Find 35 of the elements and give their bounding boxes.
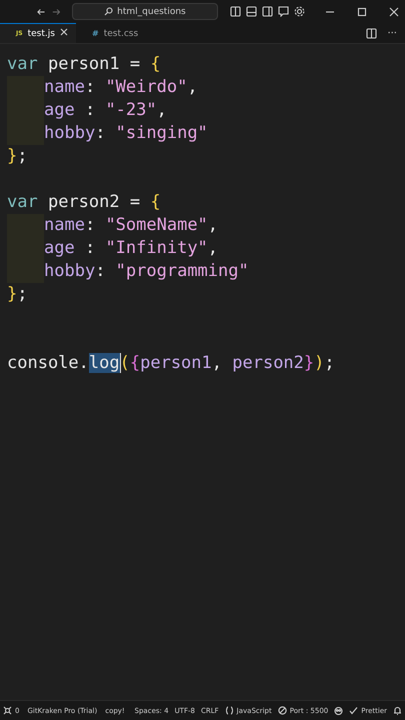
split-editor-icon[interactable] (366, 28, 378, 38)
code-line: hobby: "singing" (44, 122, 208, 145)
editor-tab[interactable]: # test.css (76, 23, 146, 43)
chat-icon[interactable] (278, 6, 289, 17)
bell-icon (393, 706, 402, 715)
close-icon[interactable] (60, 28, 68, 36)
code-line: name: "Weirdo", (44, 76, 198, 99)
more-actions-button[interactable]: ··· (387, 28, 397, 38)
close-icon[interactable] (389, 6, 399, 16)
braces-icon (224, 706, 234, 715)
code-line: name: "SomeName", (44, 214, 218, 237)
code-line: hobby: "programming" (44, 260, 249, 283)
tab-label: test.css (104, 28, 138, 38)
no-entry-icon (278, 706, 287, 715)
code-line: console.log({person1, person2}); (7, 352, 335, 375)
tab-label: test.js (28, 28, 55, 38)
code-line: var person1 = { (7, 53, 161, 76)
ports-icon (3, 706, 12, 715)
sidebar-icon[interactable] (262, 6, 273, 17)
forward-icon[interactable] (52, 6, 60, 16)
code-line: age : "-23", (44, 99, 167, 122)
search-field[interactable]: html_questions (72, 3, 218, 20)
check-icon (349, 706, 358, 715)
file-type-icon: # (92, 29, 99, 38)
settings-icon[interactable] (294, 6, 305, 17)
maximize-icon[interactable] (357, 6, 367, 16)
code-line: var person2 = { (7, 191, 161, 214)
code-line: }; (7, 145, 28, 168)
search-icon[interactable] (104, 7, 114, 16)
panel-icon[interactable] (246, 6, 257, 17)
code-line: age : "Infinity", (44, 237, 218, 260)
code-line: }; (7, 283, 28, 306)
layout-icon[interactable] (230, 6, 241, 17)
back-icon[interactable] (37, 6, 46, 16)
bell-button[interactable] (393, 706, 402, 715)
